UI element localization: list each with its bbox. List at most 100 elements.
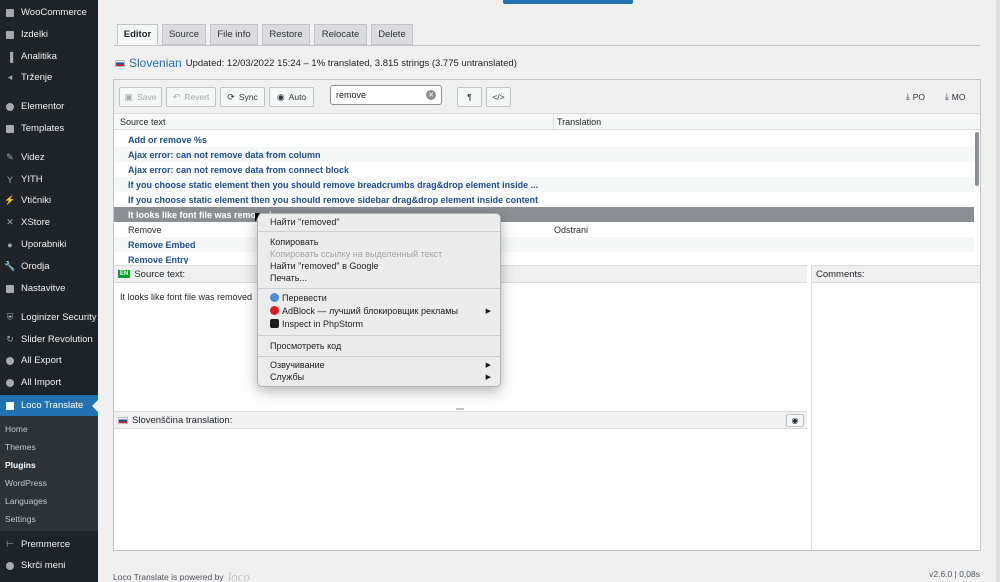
- top-primary-button[interactable]: [503, 0, 633, 4]
- search-input[interactable]: remove ✕: [330, 85, 442, 105]
- tab-editor[interactable]: Editor: [117, 24, 158, 45]
- revert-button[interactable]: ↶ Revert: [166, 87, 216, 107]
- table-row[interactable]: Remove Entry: [114, 252, 974, 265]
- pane-resize-handle[interactable]: [456, 408, 464, 410]
- auto-translate-robot-icon[interactable]: ◉: [786, 414, 804, 427]
- row-source: Remove Entry: [128, 254, 189, 265]
- submenu-settings[interactable]: Settings: [5, 514, 36, 524]
- download-icon: ⤓: [906, 91, 910, 101]
- menu-item-adblock[interactable]: AdBlock — лучший блокировщик рекламы: [270, 306, 458, 316]
- invisibles-toggle[interactable]: ¶: [457, 87, 482, 107]
- sidebar-item-analitika[interactable]: ▐ Analitika: [0, 46, 98, 67]
- sidebar-item-all-import[interactable]: All Import: [0, 372, 98, 393]
- sidebar-item-all-export[interactable]: All Export: [0, 350, 98, 371]
- adblock-icon: [270, 306, 279, 315]
- sidebar-item-label: All Import: [21, 377, 62, 388]
- table-row[interactable]: Add or remove %s: [114, 132, 974, 147]
- source-text[interactable]: It looks like font file was removed: [120, 292, 252, 302]
- table-row-selected[interactable]: It looks like font file was removed: [114, 207, 974, 222]
- clear-search-icon[interactable]: ✕: [426, 90, 436, 100]
- download-mo-button[interactable]: ⤓ MO: [945, 91, 965, 102]
- tab-restore[interactable]: Restore: [262, 24, 310, 45]
- tab-relocate[interactable]: Relocate: [314, 24, 367, 45]
- menu-item-search-google[interactable]: Найти "removed" в Google: [270, 261, 378, 271]
- submenu-home[interactable]: Home: [5, 424, 28, 434]
- page-scrollbar[interactable]: [996, 0, 1000, 582]
- translation-pane-title: Slovenščina translation:: [132, 414, 233, 426]
- sidebar-item-uporabniki[interactable]: ● Uporabniki: [0, 234, 98, 255]
- sidebar-item-yith[interactable]: Y YITH: [0, 169, 98, 190]
- menu-item-phpstorm[interactable]: Inspect in PhpStorm: [270, 319, 363, 329]
- collapse-icon: [5, 561, 15, 571]
- column-source-text[interactable]: Source text: [120, 117, 166, 127]
- sidebar-item-templates[interactable]: Templates: [0, 118, 98, 139]
- submenu-themes[interactable]: Themes: [5, 442, 36, 452]
- auto-label: Auto: [288, 92, 307, 102]
- status-text: Updated: 12/03/2022 15:24 – 1% translate…: [185, 57, 517, 69]
- menu-item-print[interactable]: Печать...: [270, 273, 307, 283]
- sidebar-item-izdelki[interactable]: Izdelki: [0, 24, 98, 45]
- menu-item-view-source[interactable]: Просмотреть код: [270, 341, 341, 351]
- mo-label: MO: [951, 91, 966, 102]
- sidebar-item-label: All Export: [21, 355, 62, 366]
- row-source: It looks like font file was removed: [128, 209, 272, 220]
- submenu-languages[interactable]: Languages: [5, 496, 47, 506]
- table-row[interactable]: Ajax error: can not remove data from col…: [114, 147, 974, 162]
- column-translation[interactable]: Translation: [553, 114, 601, 130]
- sync-button[interactable]: ⟳ Sync: [220, 87, 265, 107]
- save-button[interactable]: ▣ Save: [119, 87, 162, 107]
- translate-icon: [270, 293, 279, 302]
- tab-delete[interactable]: Delete: [371, 24, 413, 45]
- menu-item-services[interactable]: Службы: [270, 372, 304, 382]
- sidebar-item-videz[interactable]: ✎ Videz: [0, 147, 98, 168]
- sidebar-item-premmerce[interactable]: ⊢ Premmerce: [0, 534, 98, 555]
- table-row[interactable]: Remove Embed: [114, 237, 974, 252]
- sidebar-item-label: Orodja: [21, 261, 50, 272]
- sync-label: Sync: [238, 92, 258, 102]
- sidebar-item-woocommerce[interactable]: WooCommerce: [0, 2, 98, 23]
- menu-item-speech[interactable]: Озвучивание: [270, 360, 325, 370]
- collapse-menu-button[interactable]: Skrči meni: [0, 555, 98, 576]
- analytics-icon: ▐: [6, 51, 14, 62]
- menu-item-label: AdBlock — лучший блокировщик рекламы: [282, 306, 458, 316]
- sidebar-item-slider-revolution[interactable]: ↻ Slider Revolution: [0, 329, 98, 350]
- menu-item-translate[interactable]: Перевести: [270, 293, 327, 303]
- phpstorm-icon: [270, 319, 279, 328]
- menu-item-copy-link[interactable]: Копировать ссылку на выделенный текст: [270, 249, 442, 259]
- loco-logo[interactable]: loco: [228, 569, 250, 582]
- code-view-toggle[interactable]: </>: [486, 87, 511, 107]
- sidebar-item-label: Analitika: [21, 51, 57, 62]
- language-link[interactable]: Slovenian: [129, 56, 182, 70]
- menu-item-label: Перевести: [282, 293, 327, 303]
- tab-source[interactable]: Source: [162, 24, 206, 45]
- sidebar-item-label: Loginizer Security: [21, 312, 97, 323]
- row-source: If you choose static element then you sh…: [128, 179, 539, 190]
- submenu-wordpress[interactable]: WordPress: [5, 478, 47, 488]
- download-po-button[interactable]: ⤓ PO: [906, 91, 925, 102]
- submenu-arrow-icon: ▶: [485, 308, 491, 315]
- row-source: If you choose static element then you sh…: [128, 194, 539, 205]
- table-row[interactable]: If you choose static element then you sh…: [114, 177, 974, 192]
- comments-pane: Comments:: [811, 265, 980, 550]
- list-scrollbar[interactable]: [975, 132, 979, 186]
- sidebar-item-loco-translate[interactable]: Loco Translate: [0, 395, 98, 416]
- sidebar-item-nastavitve[interactable]: Nastavitve: [0, 278, 98, 299]
- code-icon: </>: [492, 92, 505, 102]
- table-row[interactable]: Remove Odstrani: [114, 222, 974, 237]
- current-menu-arrow: [92, 400, 98, 412]
- table-row[interactable]: Ajax error: can not remove data from con…: [114, 162, 974, 177]
- tab-file-info[interactable]: File info: [210, 24, 258, 45]
- submenu-plugins[interactable]: Plugins: [5, 460, 36, 470]
- menu-item-find[interactable]: Найти "removed": [270, 217, 340, 227]
- sidebar-item-vticniki[interactable]: ⚡ Vtičniki: [0, 190, 98, 211]
- sidebar-item-elementor[interactable]: Elementor: [0, 96, 98, 117]
- tools-icon: 🔧: [4, 261, 16, 271]
- auto-button[interactable]: ◉ Auto: [269, 87, 314, 107]
- table-row[interactable]: If you choose static element then you sh…: [114, 192, 974, 207]
- sidebar-item-orodja[interactable]: 🔧 Orodja: [0, 256, 98, 277]
- sidebar-item-loginizer[interactable]: ⛨ Loginizer Security: [0, 307, 98, 328]
- menu-item-copy[interactable]: Копировать: [270, 237, 318, 247]
- sidebar-item-trzenje[interactable]: ◂ Trženje: [0, 67, 98, 88]
- sidebar-item-xstore[interactable]: ✕ XStore: [0, 212, 98, 233]
- menu-separator: [258, 288, 500, 289]
